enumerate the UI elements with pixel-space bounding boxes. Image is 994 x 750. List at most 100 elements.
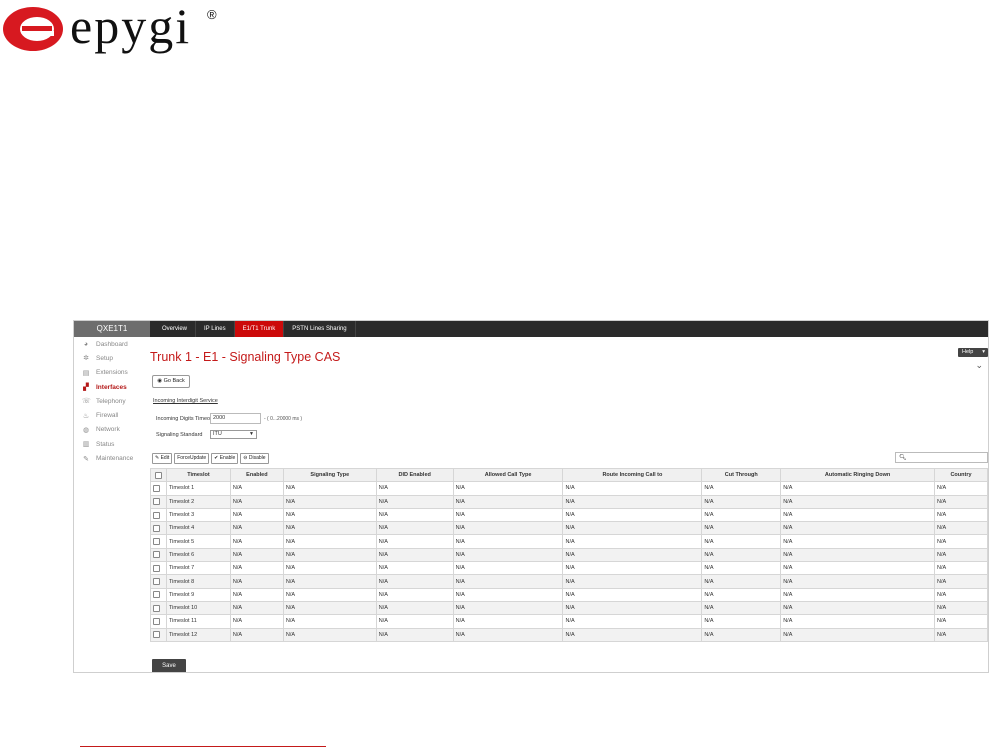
disable-button[interactable]: ⊖ Disable <box>240 453 269 464</box>
tab-overview[interactable]: Overview <box>154 321 197 337</box>
table-cell: N/A <box>934 600 988 616</box>
row-checkbox[interactable] <box>150 574 167 589</box>
row-checkbox[interactable] <box>150 507 167 523</box>
help-button[interactable]: Help ▾ <box>958 348 988 357</box>
top-bar: QXE1T1 Overview IP Lines E1/T1 Trunk PST… <box>74 321 988 337</box>
table-cell: N/A <box>701 481 782 496</box>
tab-ip-lines[interactable]: IP Lines <box>196 321 235 337</box>
search-input[interactable]: 🔍︎ <box>895 452 988 463</box>
row-checkbox[interactable] <box>150 534 167 549</box>
table-row[interactable]: Timeslot 3 N/A N/A N/A N/A N/A N/A N/A N/A <box>150 507 988 523</box>
table-row[interactable]: Timeslot 11 N/A N/A N/A N/A N/A N/A N/A N/A <box>150 614 988 629</box>
table-cell: N/A <box>229 507 284 523</box>
table-cell: N/A <box>701 574 782 589</box>
table-cell: N/A <box>934 627 988 642</box>
sidebar-item-label: Status <box>96 440 115 448</box>
checkbox-icon <box>153 538 160 546</box>
tab-pstn-lines-sharing[interactable]: PSTN Lines Sharing <box>284 321 356 337</box>
table-cell: N/A <box>229 494 284 509</box>
row-checkbox[interactable] <box>150 494 167 509</box>
sidebar-item-label: Network <box>96 426 120 434</box>
select-all-checkbox[interactable] <box>150 467 167 483</box>
chevron-down-icon[interactable]: ⌄ <box>975 360 983 371</box>
sidebar-item-firewall[interactable]: ♨ Firewall <box>74 408 150 422</box>
fire-icon: ♨ <box>82 412 90 420</box>
footer-rule <box>80 746 326 747</box>
table-cell: N/A <box>780 534 935 549</box>
table-cell: N/A <box>282 600 377 616</box>
row-checkbox[interactable] <box>150 587 167 602</box>
row-checkbox[interactable] <box>150 521 167 536</box>
table-row[interactable]: Timeslot 5 N/A N/A N/A N/A N/A N/A N/A N/A <box>150 534 988 549</box>
sidebar-item-telephony[interactable]: ☏ Telephony <box>74 394 150 408</box>
edit-button[interactable]: ✎ Edit <box>152 453 173 464</box>
table-row[interactable]: Timeslot 9 N/A N/A N/A N/A N/A N/A N/A N/A <box>150 587 988 602</box>
force-update-button[interactable]: ForceUpdate <box>174 453 210 464</box>
main-content: Trunk 1 - E1 - Signaling Type CAS Help ▾… <box>150 337 988 672</box>
table-cell: N/A <box>229 587 284 602</box>
table-body: Timeslot 1 N/A N/A N/A N/A N/A N/A N/A N/A Timesl… <box>150 481 988 642</box>
sidebar-item-status[interactable]: ▥ Status <box>74 437 150 451</box>
table-cell: N/A <box>282 507 377 523</box>
go-back-button[interactable]: ◉ Go Back <box>152 375 190 388</box>
column-header[interactable]: Route Incoming Call to <box>562 467 703 483</box>
column-header[interactable]: Country <box>934 467 988 483</box>
table-cell: N/A <box>375 534 454 549</box>
save-button[interactable]: Save <box>152 659 186 672</box>
sidebar-item-maintenance[interactable]: ✎ Maintenance <box>74 451 150 465</box>
table-cell: N/A <box>229 574 284 589</box>
table-cell: N/A <box>452 494 564 509</box>
checkbox-icon <box>153 564 160 572</box>
column-header[interactable]: DID Enabled <box>375 467 454 483</box>
column-header[interactable]: Allowed Call Type <box>452 467 564 483</box>
checkbox-icon <box>153 551 160 559</box>
column-header[interactable]: Automatic Ringing Down <box>780 467 935 483</box>
table-cell: N/A <box>780 627 935 642</box>
table-cell: N/A <box>701 494 782 509</box>
enable-button[interactable]: ✔ Enable <box>211 453 239 464</box>
sidebar-item-label: Dashboard <box>96 340 128 348</box>
row-checkbox[interactable] <box>150 600 167 616</box>
table-row[interactable]: Timeslot 6 N/A N/A N/A N/A N/A N/A N/A N/A <box>150 547 988 563</box>
table-header-row: Timeslot Enabled Signaling Type DID Enab… <box>150 467 988 483</box>
column-header[interactable]: Signaling Type <box>282 467 377 483</box>
column-header[interactable]: Cut Through <box>701 467 782 483</box>
page-title: Trunk 1 - E1 - Signaling Type CAS <box>150 350 341 364</box>
search-icon: 🔍︎ <box>899 455 907 461</box>
row-checkbox[interactable] <box>150 561 167 576</box>
table-cell: N/A <box>229 534 284 549</box>
pencil-icon: ✎ <box>155 455 160 461</box>
signaling-standard-select[interactable]: ITU ▼ <box>210 430 257 439</box>
column-header[interactable]: Timeslot <box>165 467 231 483</box>
table-row[interactable]: Timeslot 2 N/A N/A N/A N/A N/A N/A N/A N/A <box>150 494 988 509</box>
table-cell: N/A <box>229 521 284 536</box>
sidebar-item-dashboard[interactable]: ◕ Dashboard <box>74 337 150 351</box>
caret-down-icon: ▾ <box>982 349 985 355</box>
sidebar-item-interfaces[interactable]: ▞ Interfaces <box>74 380 150 394</box>
sidebar-item-setup[interactable]: ✲ Setup <box>74 351 150 365</box>
help-label: Help <box>962 349 974 355</box>
column-header[interactable]: Enabled <box>229 467 284 483</box>
sidebar-item-extensions[interactable]: ▤ Extensions <box>74 366 150 380</box>
wrench-icon: ✎ <box>83 455 89 463</box>
table-row[interactable]: Timeslot 10 N/A N/A N/A N/A N/A N/A N/A N/A <box>150 600 988 616</box>
sidebar-item-network[interactable]: ◍ Network <box>74 423 150 437</box>
row-checkbox[interactable] <box>150 481 167 496</box>
timeout-input[interactable]: 2000 <box>210 413 261 424</box>
table-row[interactable]: Timeslot 1 N/A N/A N/A N/A N/A N/A N/A N/A <box>150 481 988 496</box>
row-checkbox[interactable] <box>150 614 167 629</box>
table-row[interactable]: Timeslot 12 N/A N/A N/A N/A N/A N/A N/A N/A <box>150 627 988 642</box>
go-back-label: Go Back <box>163 378 185 384</box>
table-cell: N/A <box>562 561 703 576</box>
table-cell: N/A <box>701 521 782 536</box>
table-cell: N/A <box>780 600 935 616</box>
row-checkbox[interactable] <box>150 547 167 563</box>
tab-e1t1-trunk[interactable]: E1/T1 Trunk <box>234 321 285 337</box>
table-row[interactable]: Timeslot 8 N/A N/A N/A N/A N/A N/A N/A N/A <box>150 574 988 589</box>
table-cell: N/A <box>452 561 564 576</box>
table-row[interactable]: Timeslot 7 N/A N/A N/A N/A N/A N/A N/A N/A <box>150 561 988 576</box>
table-cell: Timeslot 4 <box>165 521 231 536</box>
table-row[interactable]: Timeslot 4 N/A N/A N/A N/A N/A N/A N/A N/A <box>150 521 988 536</box>
edit-label: Edit <box>160 455 170 461</box>
row-checkbox[interactable] <box>150 627 167 642</box>
